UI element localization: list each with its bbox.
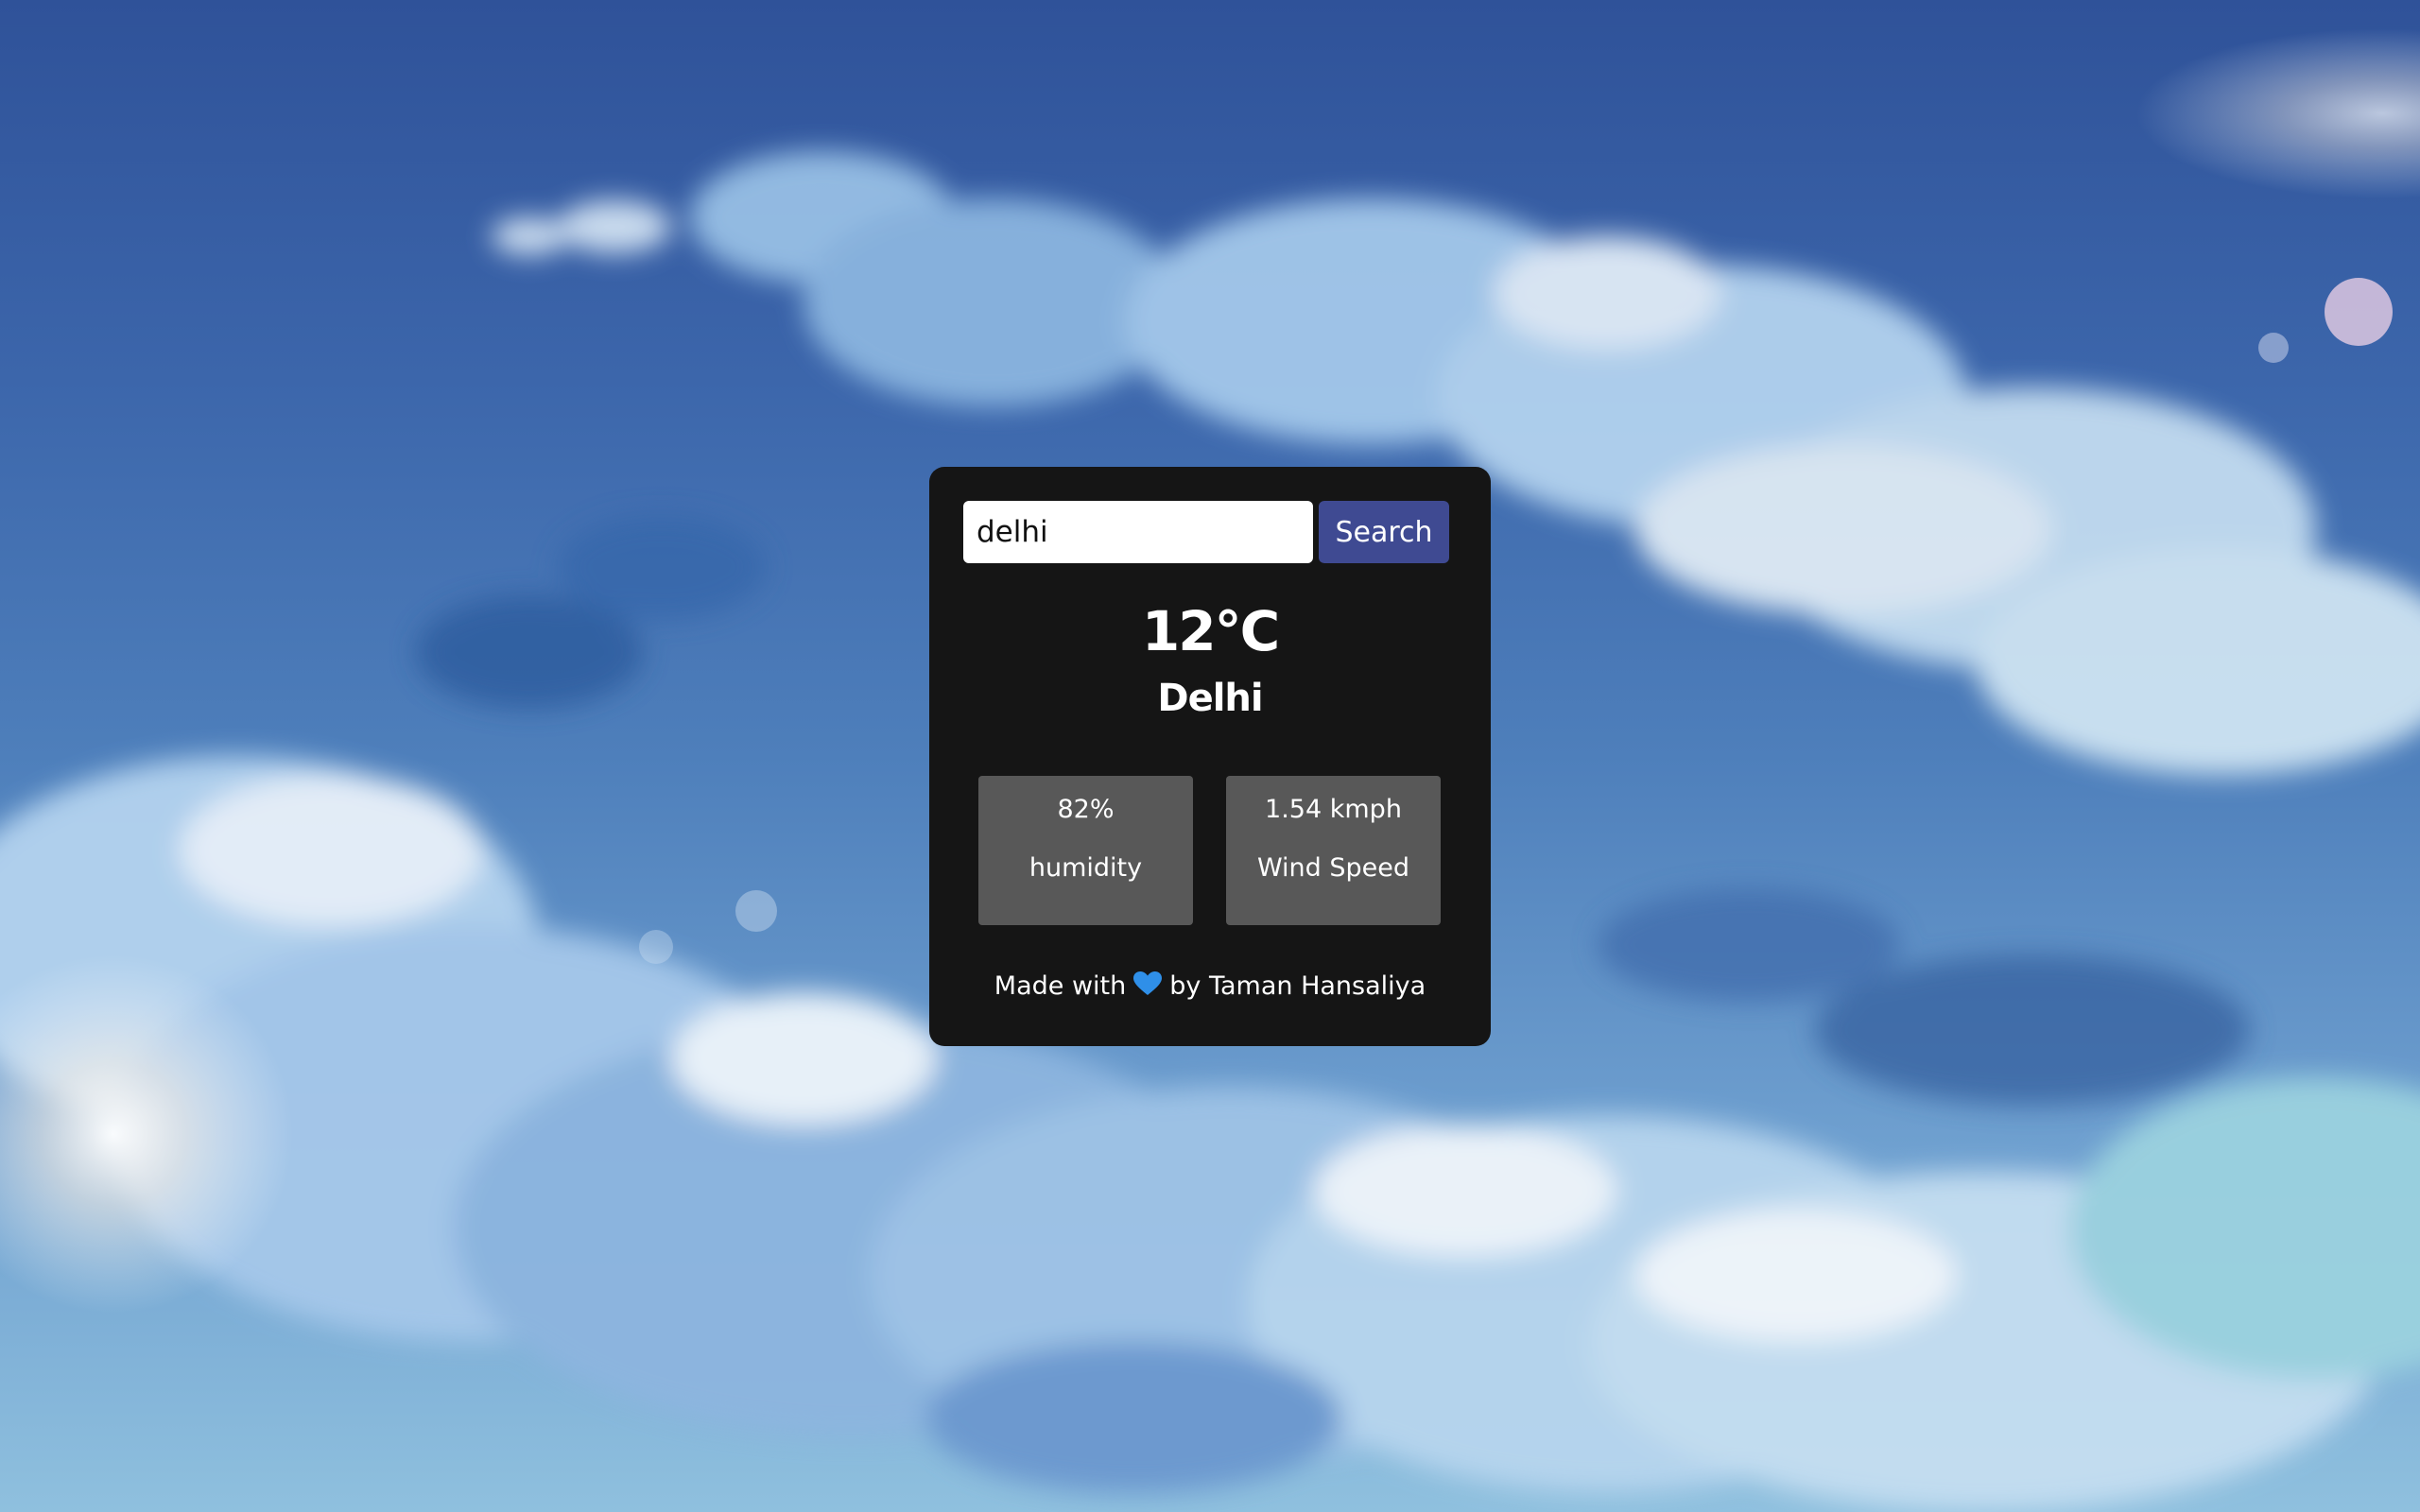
city-name: Delhi <box>1157 677 1263 720</box>
heart-icon <box>1133 971 1163 1003</box>
wind-speed-label: Wind Speed <box>1256 853 1410 883</box>
wind-speed-value: 1.54 kmph <box>1265 795 1402 824</box>
humidity-box: 82% humidity <box>978 776 1193 925</box>
city-search-input[interactable] <box>963 501 1313 563</box>
search-button[interactable]: Search <box>1319 501 1449 563</box>
made-with-text: Made with <box>994 971 1127 1001</box>
weather-card: Search 12°C Delhi 82% humidity 1.54 kmph… <box>929 467 1491 1046</box>
search-bar: Search <box>963 501 1449 563</box>
temperature-display: 12°C <box>1141 599 1280 663</box>
humidity-label: humidity <box>1028 853 1143 883</box>
footer-credit: Made with by Taman Hansaliya <box>929 971 1491 1003</box>
author-text: by Taman Hansaliya <box>1169 971 1426 1001</box>
wind-speed-box: 1.54 kmph Wind Speed <box>1226 776 1441 925</box>
humidity-value: 82% <box>1057 795 1115 824</box>
